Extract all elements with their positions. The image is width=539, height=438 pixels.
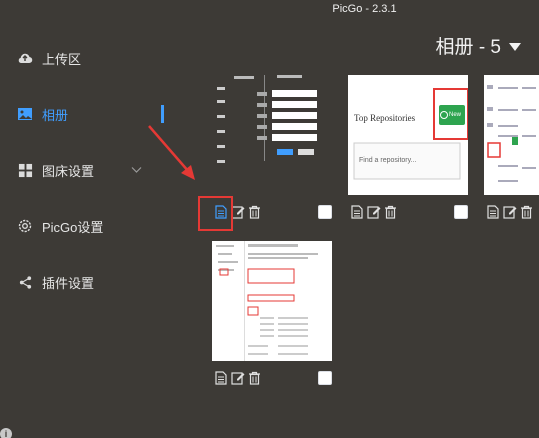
sidebar-item-picgo-settings[interactable]: PicGo设置 bbox=[0, 198, 170, 254]
image-3-actions bbox=[485, 204, 534, 219]
sidebar-item-plugin-settings[interactable]: 插件设置 bbox=[0, 254, 170, 310]
find-repository-placeholder: Find a repository... bbox=[359, 157, 417, 164]
trash-icon[interactable] bbox=[519, 204, 534, 219]
sidebar-item-label: PicGo设置 bbox=[42, 219, 104, 235]
gear-icon bbox=[16, 217, 34, 235]
gallery-title-dropdown[interactable]: 相册 - 5 bbox=[436, 32, 521, 59]
copy-link-icon[interactable] bbox=[349, 204, 364, 219]
sidebar-item-upload[interactable]: 上传区 bbox=[0, 30, 170, 86]
edit-icon[interactable] bbox=[230, 370, 245, 385]
sidebar-item-label: 相册 bbox=[42, 107, 69, 123]
repositories-heading: Top Repositories bbox=[354, 113, 416, 123]
settings-page-thumbnail bbox=[212, 241, 332, 361]
table-thumbnail bbox=[484, 75, 539, 195]
annotation-highlight-box bbox=[198, 196, 233, 231]
image-2-checkbox[interactable] bbox=[454, 205, 468, 219]
image-2-actions bbox=[349, 204, 398, 219]
caret-down-icon bbox=[509, 35, 521, 57]
gallery-image-3[interactable] bbox=[484, 75, 539, 195]
trash-icon[interactable] bbox=[247, 204, 262, 219]
image-icon bbox=[16, 105, 34, 123]
chevron-down-icon[interactable] bbox=[131, 162, 142, 177]
gallery-title: 相册 - 5 bbox=[435, 37, 501, 58]
sidebar-item-label: 上传区 bbox=[42, 51, 82, 67]
new-repo-button-label: New bbox=[449, 112, 462, 118]
window-title: PicGo - 2.3.1 bbox=[332, 3, 397, 15]
share-icon bbox=[16, 273, 34, 291]
image-1-checkbox[interactable] bbox=[318, 205, 332, 219]
edit-icon[interactable] bbox=[502, 204, 517, 219]
gallery-image-4[interactable] bbox=[212, 241, 332, 361]
gallery-image-1[interactable] bbox=[212, 75, 332, 195]
settings-form-thumbnail bbox=[212, 75, 332, 195]
copy-link-icon[interactable] bbox=[485, 204, 500, 219]
trash-icon[interactable] bbox=[247, 370, 262, 385]
grid-icon bbox=[16, 161, 34, 179]
image-4-actions bbox=[213, 370, 262, 385]
cloud-upload-icon bbox=[16, 49, 34, 67]
active-indicator bbox=[161, 105, 164, 123]
annotation-arrow-icon bbox=[148, 125, 195, 180]
sidebar-item-label: 插件设置 bbox=[42, 275, 95, 291]
edit-icon[interactable] bbox=[366, 204, 381, 219]
trash-icon[interactable] bbox=[383, 204, 398, 219]
sidebar-item-label: 图床设置 bbox=[42, 163, 95, 179]
image-4-checkbox[interactable] bbox=[318, 371, 332, 385]
info-icon[interactable]: i bbox=[0, 428, 12, 438]
repositories-thumbnail bbox=[348, 75, 468, 195]
gallery-image-2[interactable]: Top Repositories New Find a repository..… bbox=[348, 75, 468, 195]
copy-link-icon[interactable] bbox=[213, 370, 228, 385]
